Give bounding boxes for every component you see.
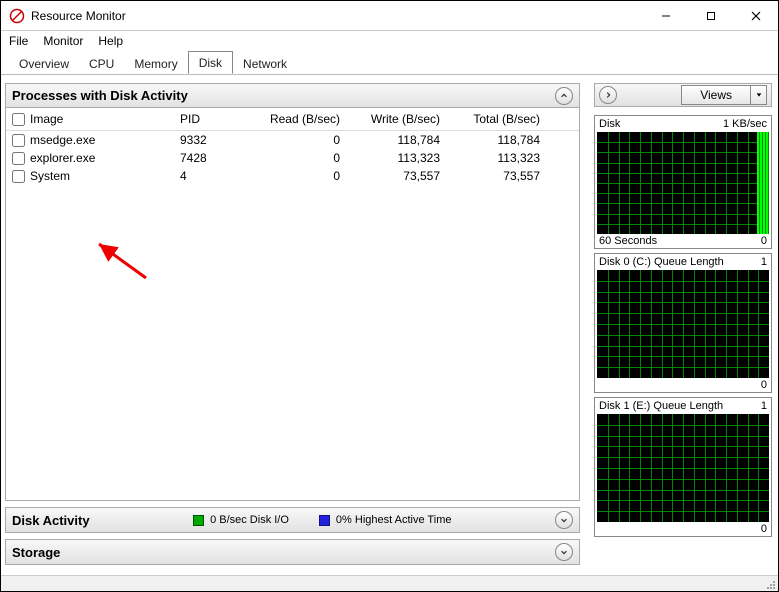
collapse-icon[interactable] <box>555 87 573 105</box>
graph-foot-left: 60 Seconds <box>599 235 657 247</box>
tab-overview[interactable]: Overview <box>9 53 79 74</box>
expand-icon[interactable] <box>555 511 573 529</box>
row-checkbox[interactable] <box>12 152 25 165</box>
table-row[interactable]: explorer.exe74280113,323113,323 <box>6 149 579 167</box>
menubar: File Monitor Help <box>1 31 778 51</box>
cell-image: System <box>30 169 180 183</box>
views-label: Views <box>682 88 750 102</box>
titlebar: Resource Monitor <box>1 1 778 31</box>
maximize-button[interactable] <box>688 1 733 30</box>
resize-grip-icon[interactable] <box>764 578 776 590</box>
tab-disk[interactable]: Disk <box>188 51 233 74</box>
col-read[interactable]: Read (B/sec) <box>240 112 340 126</box>
graph-top-right: 1 <box>761 400 767 412</box>
active-time-label: 0% Highest Active Time <box>336 514 452 526</box>
main-content: Processes with Disk Activity Image PID R… <box>1 75 584 575</box>
disk-activity-header[interactable]: Disk Activity 0 B/sec Disk I/O 0% Highes… <box>6 508 579 532</box>
table-row[interactable]: System4073,55773,557 <box>6 167 579 185</box>
sidebar-collapse-icon[interactable] <box>599 86 617 104</box>
cell-write: 113,323 <box>340 151 440 165</box>
cell-pid: 7428 <box>180 151 240 165</box>
views-button[interactable]: Views <box>681 85 767 105</box>
cell-pid: 4 <box>180 169 240 183</box>
minimize-button[interactable] <box>643 1 688 30</box>
processes-panel: Processes with Disk Activity Image PID R… <box>5 83 580 501</box>
tab-network[interactable]: Network <box>233 53 297 74</box>
graph-title: Disk <box>599 118 620 130</box>
app-icon <box>9 8 25 24</box>
processes-table-body: msedge.exe93320118,784118,784explorer.ex… <box>6 131 579 500</box>
body: Processes with Disk Activity Image PID R… <box>1 75 778 575</box>
menu-help[interactable]: Help <box>98 34 123 48</box>
processes-panel-header[interactable]: Processes with Disk Activity <box>6 84 579 108</box>
cell-read: 0 <box>240 133 340 147</box>
row-checkbox[interactable] <box>12 134 25 147</box>
resource-monitor-window: Resource Monitor File Monitor Help Overv… <box>0 0 779 592</box>
processes-panel-title: Processes with Disk Activity <box>12 88 188 103</box>
mini-graphs: Disk1 KB/sec60 Seconds0Disk 0 (C:) Queue… <box>594 111 772 537</box>
active-time-swatch-icon <box>319 515 330 526</box>
row-checkbox[interactable] <box>12 170 25 183</box>
expand-icon[interactable] <box>555 543 573 561</box>
table-row[interactable]: msedge.exe93320118,784118,784 <box>6 131 579 149</box>
cell-write: 118,784 <box>340 133 440 147</box>
cell-total: 118,784 <box>440 133 540 147</box>
graph-canvas <box>597 132 769 234</box>
mini-graph: Disk 1 (E:) Queue Length 1 0 <box>594 397 772 537</box>
views-dropdown-icon[interactable] <box>750 86 766 104</box>
processes-table-header: Image PID Read (B/sec) Write (B/sec) Tot… <box>6 108 579 131</box>
graph-canvas <box>597 270 769 378</box>
graph-title: Disk 1 (E:) Queue Length <box>599 400 723 412</box>
close-button[interactable] <box>733 1 778 30</box>
cell-read: 0 <box>240 169 340 183</box>
tabbar: Overview CPU Memory Disk Network <box>1 51 778 75</box>
cell-total: 73,557 <box>440 169 540 183</box>
graph-title: Disk 0 (C:) Queue Length <box>599 256 724 268</box>
select-all-checkbox[interactable] <box>12 113 25 126</box>
cell-write: 73,557 <box>340 169 440 183</box>
disk-io-label: 0 B/sec Disk I/O <box>210 514 289 526</box>
window-title: Resource Monitor <box>31 9 126 23</box>
cell-image: explorer.exe <box>30 151 180 165</box>
storage-title: Storage <box>12 545 60 560</box>
menu-monitor[interactable]: Monitor <box>43 34 83 48</box>
graph-foot-right: 0 <box>761 523 767 535</box>
sidebar-top: Views <box>594 83 772 107</box>
mini-graph: Disk 0 (C:) Queue Length 1 0 <box>594 253 772 393</box>
graph-canvas <box>597 414 769 522</box>
menu-file[interactable]: File <box>9 34 28 48</box>
graph-foot-right: 0 <box>761 235 767 247</box>
cell-read: 0 <box>240 151 340 165</box>
storage-panel: Storage <box>5 539 580 565</box>
tab-memory[interactable]: Memory <box>124 53 187 74</box>
col-image[interactable]: Image <box>30 112 180 126</box>
col-write[interactable]: Write (B/sec) <box>340 112 440 126</box>
disk-activity-panel: Disk Activity 0 B/sec Disk I/O 0% Highes… <box>5 507 580 533</box>
graph-foot-right: 0 <box>761 379 767 391</box>
cell-image: msedge.exe <box>30 133 180 147</box>
disk-activity-title: Disk Activity <box>12 513 90 528</box>
cell-pid: 9332 <box>180 133 240 147</box>
tab-cpu[interactable]: CPU <box>79 53 124 74</box>
graph-top-right: 1 KB/sec <box>723 118 767 130</box>
storage-header[interactable]: Storage <box>6 540 579 564</box>
statusbar <box>1 575 778 591</box>
graph-top-right: 1 <box>761 256 767 268</box>
col-total[interactable]: Total (B/sec) <box>440 112 540 126</box>
cell-total: 113,323 <box>440 151 540 165</box>
sidebar: Views Disk1 KB/sec60 Seconds0Disk 0 (C:)… <box>590 75 778 575</box>
mini-graph: Disk 1 KB/sec 60 Seconds 0 <box>594 115 772 249</box>
col-pid[interactable]: PID <box>180 112 240 126</box>
io-swatch-icon <box>193 515 204 526</box>
